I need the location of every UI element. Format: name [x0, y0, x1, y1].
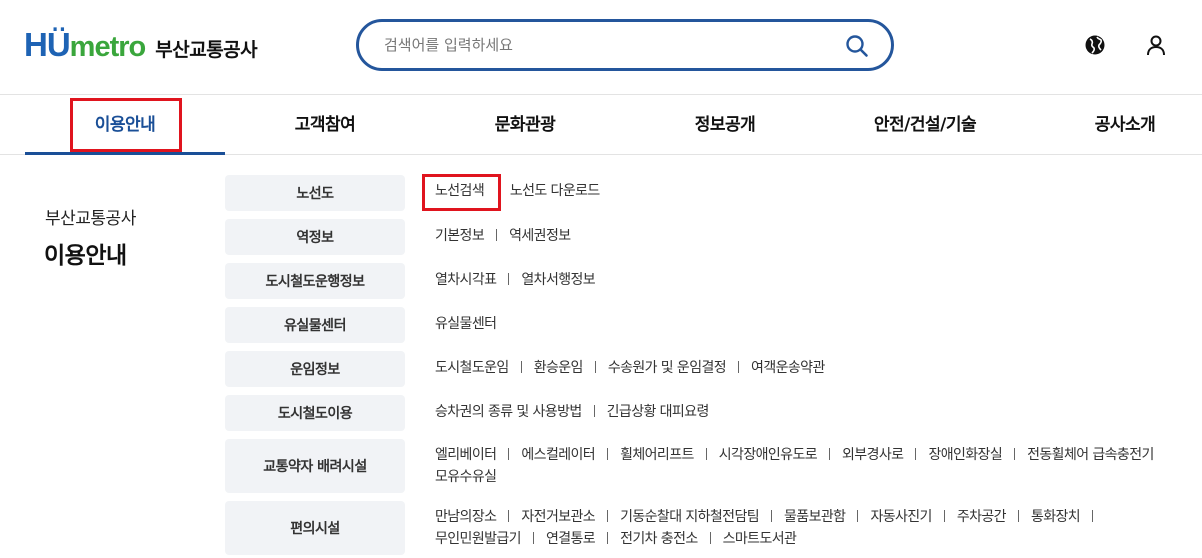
gnb-item-culture[interactable]: 문화관광	[425, 95, 625, 155]
menu-head-fare-info[interactable]: 운임정보	[225, 351, 405, 387]
link-civil-kiosk[interactable]: 무인민원발급기	[435, 528, 522, 550]
link-subway-fare[interactable]: 도시철도운임	[435, 357, 509, 379]
logo-company-name: 부산교통공사	[155, 38, 258, 61]
search-input[interactable]	[384, 36, 824, 54]
divider	[738, 361, 740, 373]
link-photo-booth[interactable]: 자동사진기	[870, 506, 932, 528]
link-passenger-terms[interactable]: 여객운송약관	[751, 357, 825, 379]
menu-row-station-info: 역정보 기본정보 역세권정보	[225, 219, 1202, 255]
link-elevator[interactable]: 엘리베이터	[435, 444, 497, 466]
menu-links-operation-info: 열차시각표 열차서행정보	[435, 269, 1202, 291]
link-smart-library[interactable]: 스마트도서관	[723, 528, 797, 550]
link-route-map-download[interactable]: 노선도 다운로드	[510, 180, 600, 202]
menu-row-lost-found: 유실물센터 유실물센터	[225, 307, 1202, 343]
link-patrol-team[interactable]: 기동순찰대 지하철전담팀	[620, 506, 760, 528]
gnb-item-safety[interactable]: 안전/건설/기술	[825, 95, 1025, 155]
site-logo[interactable]: HÜmetro 부산교통공사	[24, 26, 258, 65]
menu-links-lost-found: 유실물센터	[435, 313, 1202, 335]
user-icon[interactable]	[1145, 34, 1167, 56]
menu-links-convenience: 만남의장소 자전거보관소 기동순찰대 지하철전담팀 물품보관함 자동사진기 주차공간 통화장…	[435, 506, 1202, 550]
link-emergency-evacuation[interactable]: 긴급상황 대피요령	[607, 401, 710, 423]
link-phone-device[interactable]: 통화장치	[1031, 506, 1081, 528]
divider	[593, 405, 595, 417]
menu-head-convenience[interactable]: 편의시설	[225, 501, 405, 555]
link-lockers[interactable]: 물품보관함	[784, 506, 846, 528]
link-transfer-fare[interactable]: 환승운임	[534, 357, 584, 379]
divider	[1092, 510, 1094, 522]
gnb-item-information[interactable]: 정보공개	[625, 95, 825, 155]
menu-head-route-map[interactable]: 노선도	[225, 175, 405, 211]
divider	[508, 273, 510, 285]
section-title: 이용안내	[44, 243, 127, 269]
link-nursing-room[interactable]: 모유수유실	[435, 466, 497, 488]
link-escalator[interactable]: 에스컬레이터	[521, 444, 595, 466]
link-meeting-place[interactable]: 만남의장소	[435, 506, 497, 528]
menu-links-subway-usage: 승차권의 종류 및 사용방법 긴급상황 대피요령	[435, 401, 1202, 423]
section-subtitle: 부산교통공사	[45, 209, 136, 229]
menu-links-accessibility: 엘리베이터 에스컬레이터 휠체어리프트 시각장애인유도로 외부경사로 장애인화장실 전동휠체…	[435, 444, 1202, 488]
divider	[915, 448, 917, 460]
menu-head-station-info[interactable]: 역정보	[225, 219, 405, 255]
divider	[594, 361, 596, 373]
menu-head-accessibility[interactable]: 교통약자 배려시설	[225, 439, 405, 493]
divider	[705, 448, 707, 460]
link-tactile-paving[interactable]: 시각장애인유도로	[719, 444, 818, 466]
link-timetable[interactable]: 열차시각표	[435, 269, 497, 291]
menu-head-operation-info[interactable]: 도시철도운행정보	[225, 263, 405, 299]
link-ev-charging[interactable]: 전기차 충전소	[620, 528, 698, 550]
divider	[771, 510, 773, 522]
divider	[607, 532, 609, 544]
menu-row-convenience: 편의시설 만남의장소 자전거보관소 기동순찰대 지하철전담팀 물품보관함 자동사진기 주차…	[225, 501, 1202, 555]
logo-hu-text: HÜ	[24, 26, 71, 63]
link-station-area-info[interactable]: 역세권정보	[509, 225, 571, 247]
link-lost-found-center[interactable]: 유실물센터	[435, 313, 497, 335]
link-basic-info[interactable]: 기본정보	[435, 225, 485, 247]
menu-row-subway-usage: 도시철도이용 승차권의 종류 및 사용방법 긴급상황 대피요령	[225, 395, 1202, 431]
divider	[709, 532, 711, 544]
link-bicycle-storage[interactable]: 자전거보관소	[521, 506, 595, 528]
logo-metro-text: metro	[69, 31, 147, 63]
link-wheelchair-lift[interactable]: 휠체어리프트	[620, 444, 694, 466]
menu-row-fare-info: 운임정보 도시철도운임 환승운임 수송원가 및 운임결정 여객운송약관	[225, 351, 1202, 387]
link-wheelchair-charger[interactable]: 전동휠체어 급속충전기	[1027, 444, 1154, 466]
search-box	[356, 19, 894, 71]
divider	[857, 510, 859, 522]
link-connecting-passage[interactable]: 연결통로	[546, 528, 596, 550]
divider	[508, 510, 510, 522]
divider	[829, 448, 831, 460]
gnb-item-usage-guide[interactable]: 이용안내	[25, 95, 225, 155]
menu-row-route-map: 노선도 노선검색 노선도 다운로드	[225, 175, 1202, 211]
menu-row-accessibility: 교통약자 배려시설 엘리베이터 에스컬레이터 휠체어리프트 시각장애인유도로 외부경사로…	[225, 439, 1202, 493]
divider	[520, 361, 522, 373]
divider	[943, 510, 945, 522]
menu-links-fare-info: 도시철도운임 환승운임 수송원가 및 운임결정 여객운송약관	[435, 357, 1202, 379]
globe-icon[interactable]	[1084, 34, 1106, 56]
main-navigation: 이용안내 고객참여 문화관광 정보공개 안전/건설/기술 공사소개	[0, 95, 1202, 155]
divider	[607, 510, 609, 522]
active-tab-indicator	[25, 152, 225, 155]
link-transport-cost[interactable]: 수송원가 및 운임결정	[608, 357, 727, 379]
divider	[1017, 510, 1019, 522]
gnb-item-customer[interactable]: 고객참여	[225, 95, 425, 155]
divider	[508, 448, 510, 460]
link-parking[interactable]: 주차공간	[957, 506, 1007, 528]
link-route-search[interactable]: 노선검색	[435, 180, 485, 202]
menu-head-lost-found[interactable]: 유실물센터	[225, 307, 405, 343]
search-icon[interactable]	[845, 34, 869, 58]
link-ticket-types[interactable]: 승차권의 종류 및 사용방법	[435, 401, 582, 423]
menu-links-route-map: 노선검색 노선도 다운로드	[435, 180, 1202, 202]
site-header: HÜmetro 부산교통공사	[0, 0, 1202, 95]
link-outdoor-ramp[interactable]: 외부경사로	[842, 444, 904, 466]
link-slow-train-info[interactable]: 열차서행정보	[521, 269, 595, 291]
gnb-item-about[interactable]: 공사소개	[1025, 95, 1202, 155]
menu-head-subway-usage[interactable]: 도시철도이용	[225, 395, 405, 431]
link-accessible-restroom[interactable]: 장애인화장실	[928, 444, 1002, 466]
divider	[496, 229, 498, 241]
divider	[607, 448, 609, 460]
logo-mark: HÜmetro	[24, 26, 147, 65]
divider	[1014, 448, 1016, 460]
menu-row-operation-info: 도시철도운행정보 열차시각표 열차서행정보	[225, 263, 1202, 299]
divider	[532, 532, 534, 544]
menu-links-station-info: 기본정보 역세권정보	[435, 225, 1202, 247]
